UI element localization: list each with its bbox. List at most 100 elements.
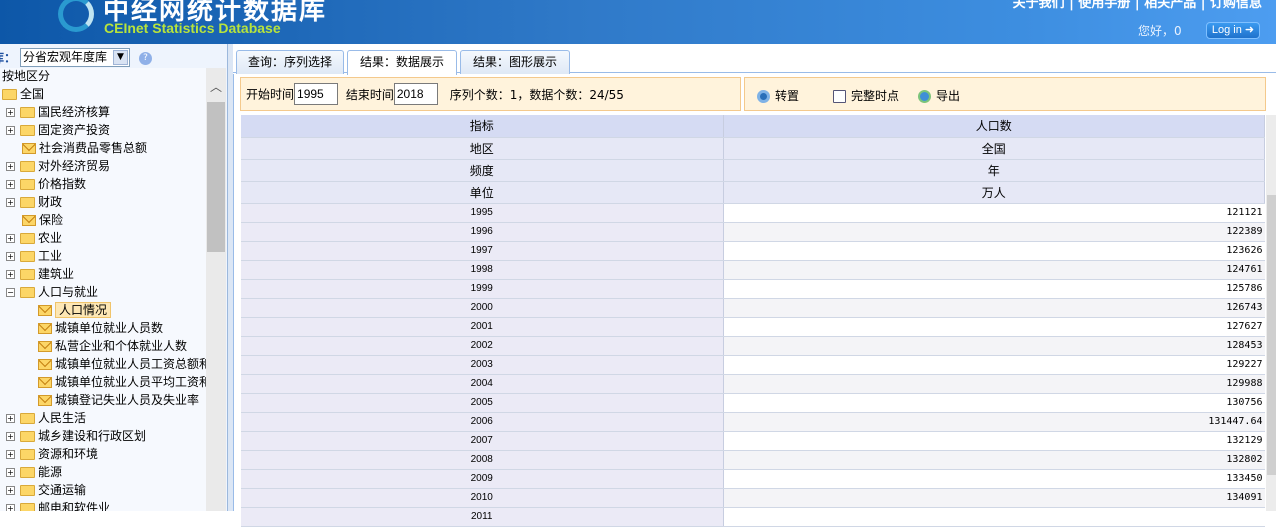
header-value: 全国 [723,137,1265,160]
year-cell: 2009 [241,469,724,489]
table-row: 2004 129988 [241,374,1265,394]
table-row: 2009 133450 [241,469,1265,489]
collapse-icon[interactable]: − [6,288,15,297]
tree-item[interactable]: + 对外经济贸易 [6,157,110,175]
tree-item[interactable]: + 城乡建设和行政区划 [6,427,146,445]
value-cell: 121121 [723,203,1265,223]
expand-icon[interactable]: + [6,252,15,261]
tree-item[interactable]: 私营企业和个体就业人数 [38,337,187,355]
tree-root[interactable]: 全国 [2,85,44,103]
tree-item[interactable]: + 国民经济核算 [6,103,110,121]
refresh-icon [757,90,770,103]
expand-icon[interactable]: + [6,180,15,189]
chevron-down-icon[interactable]: ▼ [113,50,128,65]
series-icon [38,377,52,388]
table-header-row: 单位 万人 [241,181,1265,204]
table-row: 1995 121121 [241,203,1265,223]
database-select[interactable]: 分省宏观年度库 ▼ [20,48,130,67]
value-cell: 132802 [723,450,1265,470]
scrollbar-thumb[interactable] [1267,195,1276,475]
table-row: 2000 126743 [241,298,1265,318]
table-scrollbar[interactable] [1266,115,1276,511]
value-cell: 126743 [723,298,1265,318]
table-row: 2005 130756 [241,393,1265,413]
value-cell: 131447.64 [723,412,1265,432]
folder-icon [20,233,35,244]
tree-item[interactable]: 人口情况 [38,301,112,319]
login-button[interactable]: Log in ➜ [1206,22,1260,39]
year-cell: 2004 [241,374,724,394]
tree-item[interactable]: − 人口与就业 [6,283,98,301]
year-cell: 1997 [241,241,724,261]
year-cell: 2003 [241,355,724,375]
tree-item[interactable]: 城镇单位就业人员平均工资和指数 [38,373,206,391]
filter-bar: 开始时间 1995 结束时间 2018 序列个数：1，数据个数：24/55 [240,77,741,111]
tree-item[interactable]: + 价格指数 [6,175,86,193]
series-icon [38,341,52,352]
edit-icon [833,90,846,103]
tree-category[interactable]: 按地区分 [2,68,50,85]
tree-item[interactable]: + 能源 [6,463,62,481]
tree-item[interactable]: + 交通运输 [6,481,86,499]
tab-data[interactable]: 结果：数据展示 [347,50,457,75]
end-label: 结束时间 [345,87,394,102]
tree-item[interactable]: + 工业 [6,247,62,265]
tree-item[interactable]: + 农业 [6,229,62,247]
transpose-button[interactable]: 转置 [757,87,799,104]
scrollbar-thumb[interactable] [207,102,225,252]
complete-timepoints-button[interactable]: 完整时点 [833,87,899,104]
year-cell: 2002 [241,336,724,356]
tree-item[interactable]: + 资源和环境 [6,445,98,463]
year-cell: 1996 [241,222,724,242]
expand-icon[interactable]: + [6,108,15,117]
sidebar-scrollbar[interactable]: ︿ [206,68,226,511]
expand-icon[interactable]: + [6,432,15,441]
tree-item[interactable]: 城镇单位就业人员工资总额和指数 [38,355,206,373]
folder-icon [20,431,35,442]
table-row: 1998 124761 [241,260,1265,280]
tree-item[interactable]: 保险 [22,211,63,229]
start-year-input[interactable]: 1995 [294,83,339,105]
expand-icon[interactable]: + [6,450,15,459]
tree-item[interactable]: + 邮电和软件业 [6,499,110,511]
year-cell: 1999 [241,279,724,299]
export-icon [918,90,931,103]
expand-icon[interactable]: + [6,162,15,171]
top-nav-links[interactable]: 关于我们 | 使用手册 | 相关产品 | 订购信息 [1013,0,1262,11]
series-icon [22,215,36,226]
value-cell: 127627 [723,317,1265,337]
table-row: 2007 132129 [241,431,1265,451]
tree-item[interactable]: 城镇单位就业人员数 [38,319,163,337]
tree-item[interactable]: 城镇登记失业人员及失业率 [38,391,199,409]
end-year-input[interactable]: 2018 [393,83,438,105]
expand-icon[interactable]: + [6,234,15,243]
expand-icon[interactable]: + [6,504,15,511]
scroll-up-icon[interactable]: ︿ [206,78,226,95]
tree-item[interactable]: + 建筑业 [6,265,74,283]
series-icon [38,305,52,316]
expand-icon[interactable]: + [6,486,15,495]
folder-icon [20,485,35,496]
expand-icon[interactable]: + [6,468,15,477]
expand-icon[interactable]: + [6,270,15,279]
expand-icon[interactable]: + [6,414,15,423]
tree-item[interactable]: + 人民生活 [6,409,86,427]
expand-icon[interactable]: + [6,198,15,207]
folder-icon [20,467,35,478]
export-button[interactable]: 导出 [918,87,960,104]
tab-bar: 查询：序列选择 结果：数据展示 结果：图形展示 [233,48,1276,75]
tab-chart[interactable]: 结果：图形展示 [460,50,570,74]
tree-item[interactable]: + 固定资产投资 [6,121,110,139]
help-icon[interactable]: ? [139,52,152,65]
header-label: 频度 [241,159,724,182]
table-row: 1996 122389 [241,222,1265,242]
value-cell: 125786 [723,279,1265,299]
toolbar: 转置 完整时点 导出 [744,77,1266,111]
tree-item[interactable]: + 财政 [6,193,62,211]
expand-icon[interactable]: + [6,126,15,135]
value-cell: 122389 [723,222,1265,242]
folder-icon [2,89,17,100]
site-subtitle: CEInet Statistics Database [104,20,281,36]
tree-item[interactable]: 社会消费品零售总额 [22,139,147,157]
tab-query[interactable]: 查询：序列选择 [236,50,344,74]
